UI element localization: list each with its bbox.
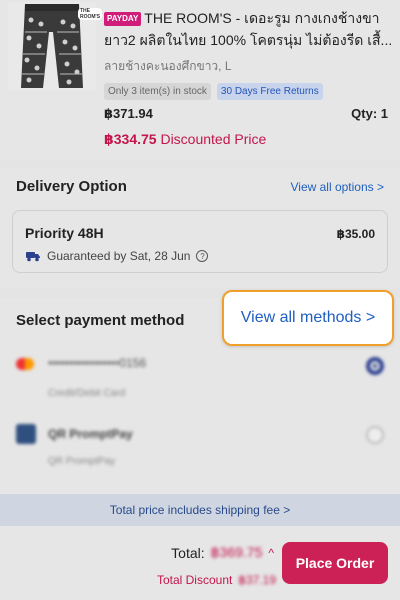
discounted-price-label: Discounted Price: [160, 131, 267, 147]
discounted-price-row: ฿334.75 Discounted Price: [104, 131, 266, 148]
delivery-truck-icon: [26, 252, 40, 262]
payment-section: Select payment method View all methods >…: [0, 290, 400, 494]
card-type: Credit/Debit Card: [48, 388, 126, 399]
delivery-guarantee: Guaranteed by Sat, 28 Jun ?: [25, 249, 209, 263]
product-thumbnail[interactable]: THE ROOM'S: [8, 2, 103, 90]
delivery-option-name: Priority 48H: [25, 225, 104, 241]
place-order-button[interactable]: Place Order: [282, 542, 388, 584]
delivery-option-fee: ฿35.00: [336, 227, 375, 241]
brand-tag: THE ROOM'S: [78, 8, 103, 20]
product-badges: Only 3 item(s) in stock 30 Days Free Ret…: [104, 83, 323, 100]
qr-method-sub: QR PromptPay: [48, 456, 116, 467]
pants-image: [21, 4, 83, 88]
payment-method-card[interactable]: •••••••••••••••••0156 Credit/Debit Card: [0, 348, 400, 408]
radio-selected-icon[interactable]: [366, 357, 384, 375]
view-all-options-link[interactable]: View all options >: [290, 180, 384, 194]
product-quantity: Qty: 1: [351, 106, 388, 121]
product-title[interactable]: PAYDAY THE ROOM'S - เดอะรูม กางเกงช้างขาย…: [104, 7, 394, 51]
total-label: Total:: [171, 544, 205, 561]
payday-badge: PAYDAY: [104, 12, 142, 26]
chevron-up-icon: ^: [268, 545, 274, 560]
delivery-section: Delivery Option View all options > Prior…: [0, 168, 400, 288]
view-all-methods-link[interactable]: View all methods >: [222, 290, 394, 346]
payment-title: Select payment method: [16, 312, 185, 329]
total-discount-value: ฿37.19: [238, 573, 276, 587]
checkout-screen: THE ROOM'S PAYDAY THE ROOM'S - เดอะรูม กา…: [0, 0, 400, 600]
checkout-bottom-bar: Total: ฿369.75 ^ Total Discount ฿37.19 P…: [0, 526, 400, 600]
radio-unselected-icon[interactable]: [366, 426, 384, 444]
qr-promptpay-icon: [16, 424, 36, 444]
stock-badge: Only 3 item(s) in stock: [104, 83, 211, 100]
delivery-guarantee-text: Guaranteed by Sat, 28 Jun: [47, 249, 191, 263]
qr-method-name: QR PromptPay: [48, 427, 133, 441]
payment-method-qr[interactable]: QR PromptPay QR PromptPay: [0, 418, 400, 474]
shipping-fee-note[interactable]: Total price includes shipping fee >: [0, 494, 400, 526]
product-price: ฿371.94: [104, 106, 153, 121]
total-row[interactable]: Total: ฿369.75 ^: [171, 544, 274, 561]
discounted-price: ฿334.75: [104, 131, 157, 147]
delivery-title: Delivery Option: [16, 178, 127, 195]
product-title-text: THE ROOM'S - เดอะรูม กางเกงช้างขายาว2 ผล…: [104, 10, 393, 48]
total-discount-row: Total Discount ฿37.19: [157, 573, 276, 587]
total-value: ฿369.75: [210, 544, 263, 560]
delivery-option-card[interactable]: Priority 48H ฿35.00 Guaranteed by Sat, 2…: [12, 210, 388, 273]
card-number: •••••••••••••••••0156: [48, 356, 147, 370]
info-icon[interactable]: ?: [196, 250, 209, 262]
returns-badge: 30 Days Free Returns: [216, 83, 323, 100]
product-variant: ลายช้างคะนองศึกขาว, L: [104, 59, 232, 73]
mastercard-icon: [16, 358, 34, 370]
total-discount-label: Total Discount: [156, 573, 233, 587]
product-section: THE ROOM'S PAYDAY THE ROOM'S - เดอะรูม กา…: [0, 0, 400, 160]
